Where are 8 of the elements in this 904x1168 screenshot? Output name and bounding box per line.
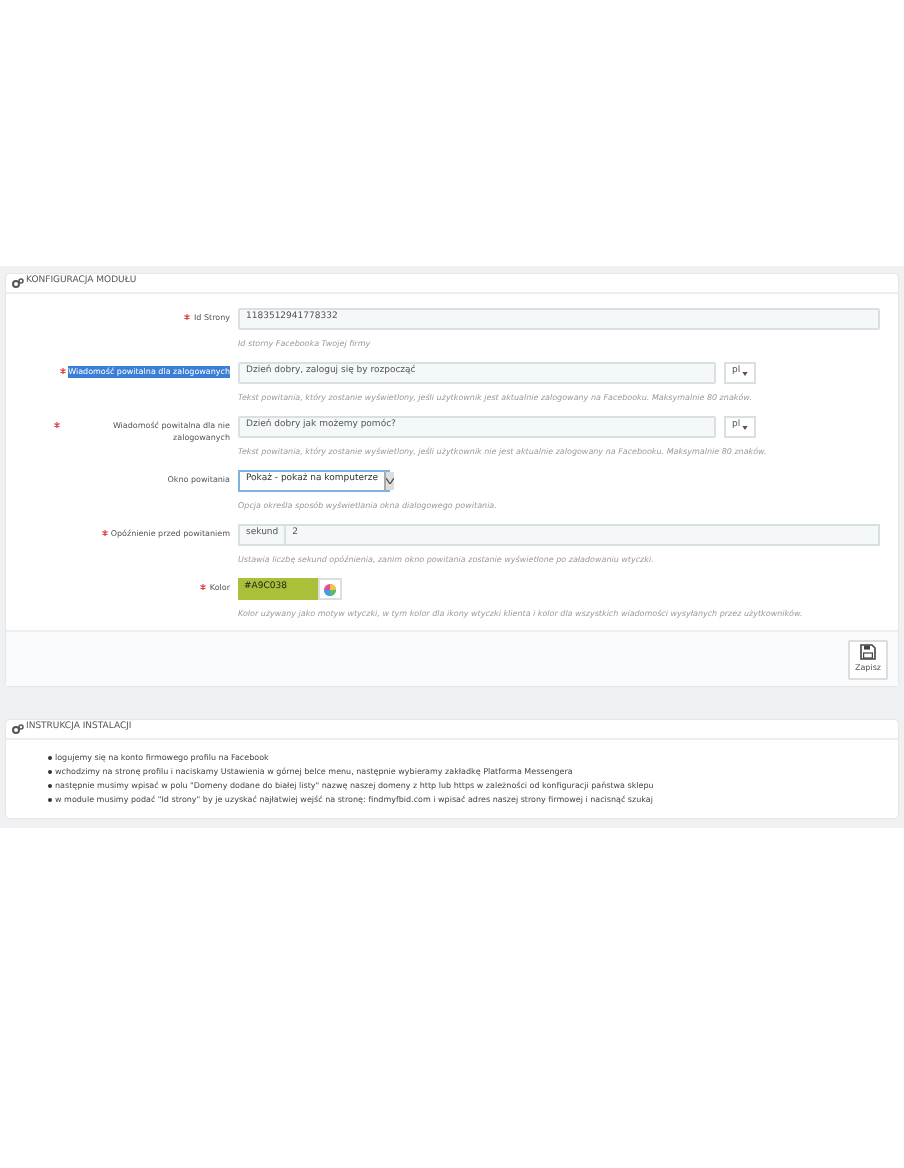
save-icon	[860, 644, 876, 660]
dropdown-arrow-icon	[383, 472, 394, 490]
caret-icon	[742, 425, 749, 429]
caret-icon	[742, 371, 749, 375]
color-picker-button[interactable]	[318, 578, 342, 600]
cogs-icon	[12, 278, 24, 288]
color-wheel-icon	[324, 583, 336, 595]
cogs-icon	[12, 724, 24, 734]
